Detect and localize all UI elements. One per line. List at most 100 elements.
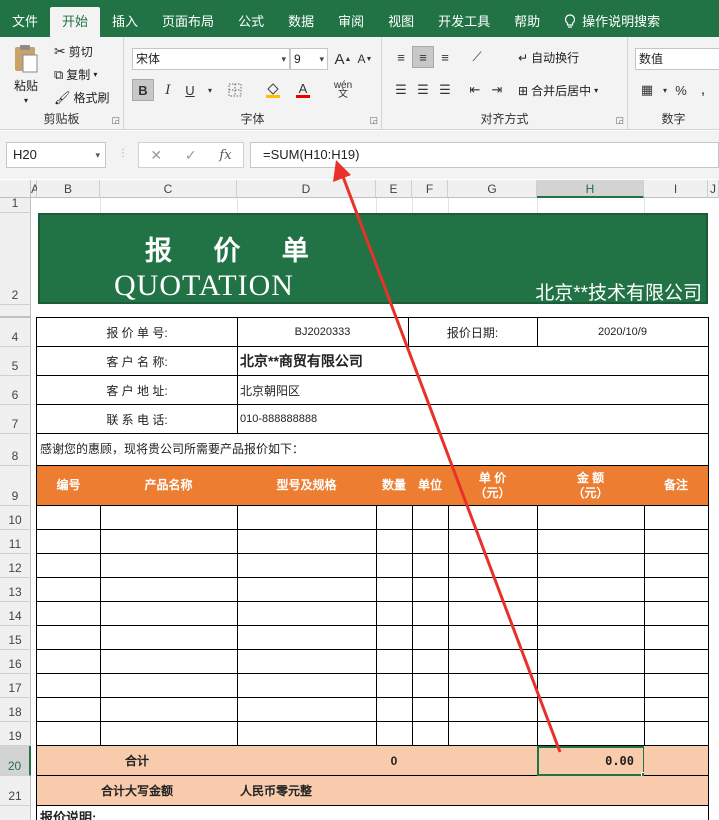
item-cell[interactable] [448, 530, 538, 554]
item-cell[interactable] [537, 602, 645, 626]
item-cell[interactable] [100, 698, 238, 722]
phonetic-guide-button[interactable]: wén 文 [332, 79, 354, 101]
row-header-17[interactable]: 17 [0, 674, 31, 698]
tab-view[interactable]: 视图 [376, 7, 426, 37]
item-cell[interactable] [644, 626, 709, 650]
column-header-d[interactable]: D [237, 180, 376, 198]
wrap-text-button[interactable]: ↵ 自动换行 [518, 49, 579, 66]
item-cell[interactable] [412, 722, 449, 746]
item-cell[interactable] [100, 506, 238, 530]
row-header-4[interactable]: 4 [0, 318, 31, 347]
item-cell[interactable] [237, 506, 377, 530]
italic-button[interactable]: I [157, 79, 179, 101]
header-unit-price[interactable]: 单 价（元） [448, 466, 538, 506]
item-cell[interactable] [376, 698, 413, 722]
row-header-12[interactable]: 12 [0, 554, 31, 578]
borders-icon[interactable] [224, 79, 246, 101]
item-cell[interactable] [376, 530, 413, 554]
splitter-icon[interactable]: ⋮ [118, 148, 128, 159]
number-format-select[interactable]: 数值 [635, 48, 719, 70]
grow-font-button[interactable]: A ▲ [332, 48, 354, 70]
row-header-2[interactable]: 2 [0, 213, 31, 305]
tab-file[interactable]: 文件 [0, 7, 50, 37]
item-cell[interactable] [37, 530, 101, 554]
row-header-20[interactable]: 20 [0, 746, 31, 776]
quote-no-value[interactable]: BJ2020333 [237, 318, 409, 347]
header-unit[interactable]: 单位 [412, 466, 449, 506]
merge-center-button[interactable]: ⊞ 合并后居中 ▾ [518, 82, 598, 99]
column-header-g[interactable]: G [448, 180, 537, 198]
item-cell[interactable] [237, 698, 377, 722]
clipboard-launcher-icon[interactable]: ◲ [111, 115, 120, 126]
item-cell[interactable] [37, 578, 101, 602]
item-cell[interactable] [37, 722, 101, 746]
align-right-icon[interactable]: ☰ [434, 79, 456, 101]
item-cell[interactable] [448, 722, 538, 746]
header-amount[interactable]: 金 额（元） [537, 466, 645, 506]
align-top-icon[interactable]: ≡ [390, 46, 412, 68]
quote-date-value[interactable]: 2020/10/9 [537, 318, 709, 347]
tab-home[interactable]: 开始 [50, 7, 101, 37]
notes-label[interactable]: 报价说明: [37, 806, 709, 820]
item-cell[interactable] [376, 602, 413, 626]
header-remark[interactable]: 备注 [644, 466, 709, 506]
row-header-15[interactable]: 15 [0, 626, 31, 650]
item-cell[interactable] [448, 674, 538, 698]
customer-address-value[interactable]: 北京朝阳区 [237, 376, 709, 405]
item-cell[interactable] [537, 626, 645, 650]
header-no[interactable]: 编号 [37, 466, 101, 506]
underline-dropdown-icon[interactable]: ▾ [199, 79, 221, 101]
item-cell[interactable] [100, 650, 238, 674]
item-cell[interactable] [100, 674, 238, 698]
item-cell[interactable] [537, 530, 645, 554]
item-cell[interactable] [644, 530, 709, 554]
item-cell[interactable] [537, 650, 645, 674]
total-words-value[interactable]: 人民币零元整 [237, 776, 709, 806]
header-product[interactable]: 产品名称 [100, 466, 238, 506]
enter-icon[interactable]: ✓ [185, 147, 197, 164]
item-cell[interactable] [448, 554, 538, 578]
customer-address-label[interactable]: 客 户 地 址: [37, 376, 238, 405]
item-cell[interactable] [412, 698, 449, 722]
font-name-select[interactable]: 宋体 ▾ [132, 48, 290, 70]
item-cell[interactable] [376, 650, 413, 674]
total-price-cell[interactable] [448, 746, 538, 776]
item-cell[interactable] [237, 578, 377, 602]
underline-button[interactable]: U [179, 79, 201, 101]
header-model[interactable]: 型号及规格 [237, 466, 377, 506]
phone-label[interactable]: 联 系 电 话: [37, 405, 238, 434]
row-header-11[interactable]: 11 [0, 530, 31, 554]
increase-indent-icon[interactable]: ⇥ [486, 79, 508, 101]
item-cell[interactable] [100, 626, 238, 650]
tab-formulas[interactable]: 公式 [226, 7, 276, 37]
item-cell[interactable] [537, 506, 645, 530]
total-amount-cell[interactable]: 0.00 [537, 746, 645, 776]
item-cell[interactable] [37, 554, 101, 578]
item-cell[interactable] [100, 554, 238, 578]
shrink-font-button[interactable]: A ▼ [354, 48, 376, 70]
row-header-7[interactable]: 7 [0, 405, 31, 434]
item-cell[interactable] [644, 674, 709, 698]
paste-button[interactable]: 粘贴 ▾ [12, 43, 40, 105]
item-cell[interactable] [100, 530, 238, 554]
item-cell[interactable] [537, 674, 645, 698]
item-cell[interactable] [448, 578, 538, 602]
item-cell[interactable] [448, 602, 538, 626]
item-cell[interactable] [37, 698, 101, 722]
item-cell[interactable] [448, 626, 538, 650]
total-label[interactable]: 合计 [37, 746, 238, 776]
fill-color-icon[interactable] [262, 79, 284, 101]
item-cell[interactable] [412, 578, 449, 602]
customer-name-value[interactable]: 北京**商贸有限公司 [237, 347, 709, 376]
item-cell[interactable] [644, 650, 709, 674]
quotation-banner[interactable]: 报 价 单 QUOTATION 北京**技术有限公司 [38, 213, 708, 304]
row-header-21[interactable]: 21 [0, 776, 31, 806]
tab-insert[interactable]: 插入 [100, 7, 150, 37]
item-cell[interactable] [37, 650, 101, 674]
item-cell[interactable] [412, 530, 449, 554]
cancel-icon[interactable]: ✕ [150, 147, 162, 164]
decrease-indent-icon[interactable]: ⇤ [464, 79, 486, 101]
item-cell[interactable] [644, 602, 709, 626]
item-cell[interactable] [537, 722, 645, 746]
column-header-i[interactable]: I [644, 180, 708, 198]
